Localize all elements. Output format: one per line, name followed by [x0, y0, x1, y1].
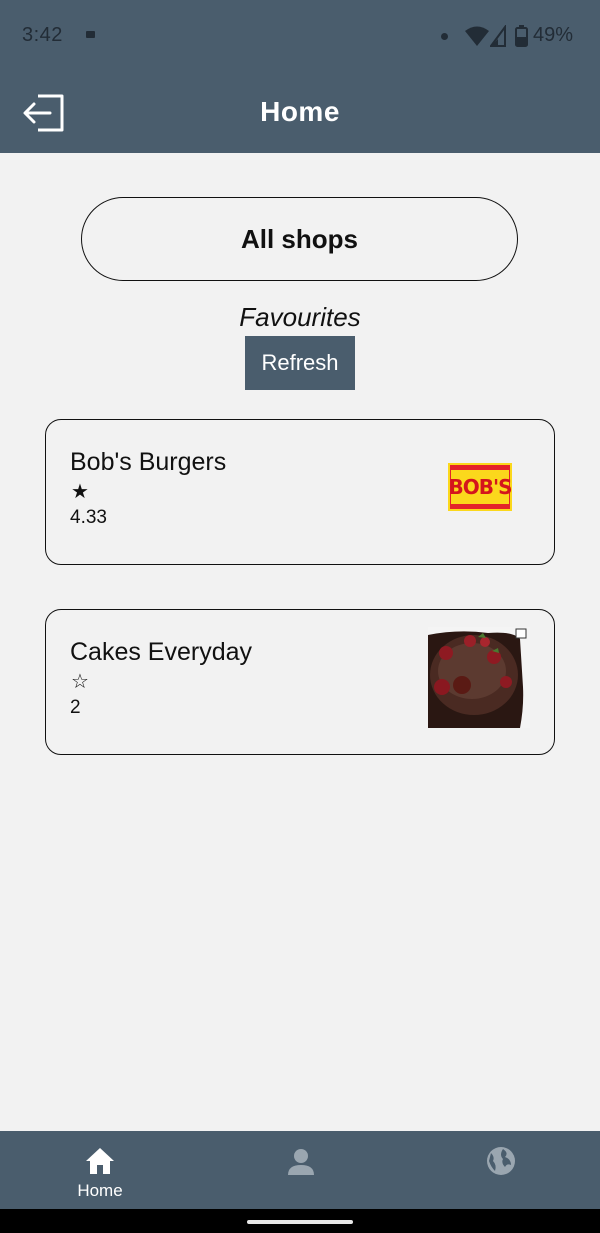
shop-logo: BOB'S: [448, 463, 513, 511]
shop-name: Bob's Burgers: [70, 448, 227, 476]
star-icon: ☆: [71, 671, 89, 693]
app-bar: Home: [0, 72, 600, 153]
favourites-heading: Favourites: [239, 302, 361, 332]
page-title: Home: [260, 96, 340, 127]
shop-name: Cakes Everyday: [70, 638, 253, 666]
notification-dot-icon: [441, 33, 448, 40]
status-time: 3:42: [22, 24, 63, 46]
shop-card-bobs-burgers[interactable]: Bob's Burgers ★ 4.33 BOB'S: [45, 419, 555, 565]
shop-image: [428, 627, 530, 728]
nav-home-label: Home: [77, 1181, 123, 1200]
nav-profile[interactable]: [241, 1131, 361, 1209]
shop-rating: 2: [70, 697, 81, 718]
signal-icon: [490, 25, 506, 47]
refresh-button[interactable]: Refresh: [245, 336, 355, 390]
battery-icon: [515, 25, 528, 47]
bottom-navigation: Home: [0, 1131, 600, 1209]
wifi-icon: [465, 26, 489, 46]
shop-card-cakes-everyday[interactable]: Cakes Everyday ☆ 2: [45, 609, 555, 755]
sim-icon: [86, 31, 95, 38]
status-bar: 3:42 49%: [0, 0, 600, 72]
all-shops-button[interactable]: All shops: [81, 197, 518, 281]
nav-home[interactable]: Home: [40, 1131, 160, 1209]
shop-rating: 4.33: [70, 507, 107, 528]
shop-logo-text: BOB'S: [448, 470, 513, 504]
profile-icon: [288, 1149, 314, 1175]
gesture-handle[interactable]: [247, 1220, 353, 1224]
battery-percent: 49%: [533, 24, 574, 46]
home-icon: [86, 1148, 114, 1174]
star-icon: ★: [71, 481, 89, 503]
nav-world[interactable]: [441, 1131, 561, 1209]
globe-icon: [487, 1147, 515, 1175]
